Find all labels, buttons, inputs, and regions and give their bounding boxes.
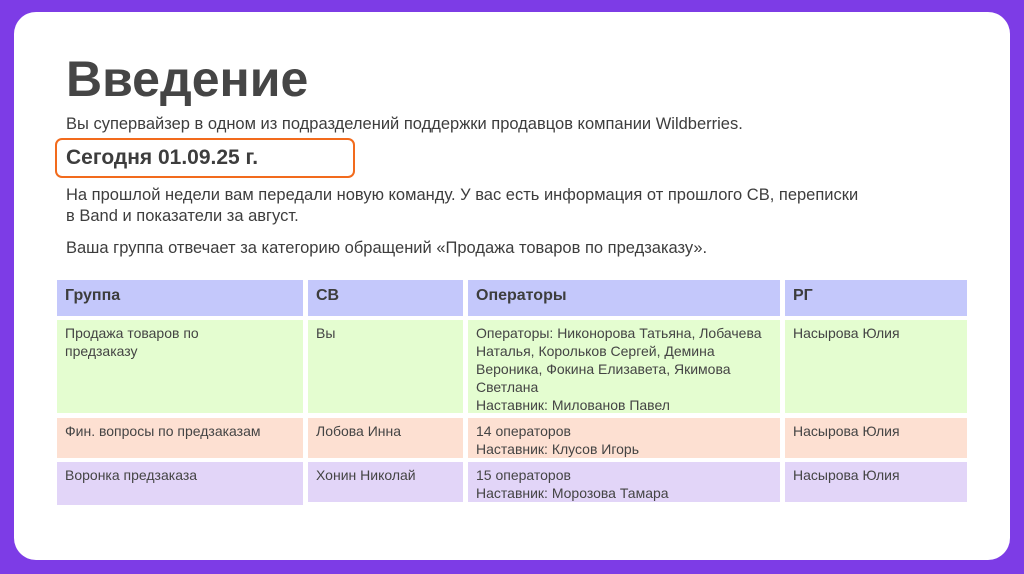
row1-group: Продажа товаров по предзаказу bbox=[57, 320, 303, 413]
row2-rg: Насырова Юлия bbox=[785, 418, 967, 458]
paragraph-team: На прошлой недели вам передали новую ком… bbox=[66, 186, 859, 225]
row1-operators: Операторы: Никонорова Татьяна, Лобачева … bbox=[468, 320, 780, 413]
paragraph-category: Ваша группа отвечает за категорию обраще… bbox=[66, 239, 708, 257]
row1-sv: Вы bbox=[308, 320, 463, 413]
intro-text: Вы супервайзер в одном из подразделений … bbox=[66, 115, 743, 133]
row3-group: Воронка предзаказа bbox=[57, 462, 303, 505]
row3-sv: Хонин Николай bbox=[308, 462, 463, 502]
row2-operators: 14 операторов Наставник: Клусов Игорь bbox=[468, 418, 780, 458]
header-sv: СВ bbox=[308, 280, 463, 316]
row3-operators: 15 операторов Наставник: Морозова Тамара bbox=[468, 462, 780, 502]
header-operators: Операторы bbox=[468, 280, 780, 316]
today-date: Сегодня 01.09.25 г. bbox=[66, 146, 259, 169]
row3-rg: Насырова Юлия bbox=[785, 462, 967, 502]
today-date-box: Сегодня 01.09.25 г. bbox=[55, 138, 355, 178]
row2-group: Фин. вопросы по предзаказам bbox=[57, 418, 303, 458]
header-group: Группа bbox=[57, 280, 303, 316]
header-rg: РГ bbox=[785, 280, 967, 316]
page-title: Введение bbox=[66, 51, 309, 107]
row2-sv: Лобова Инна bbox=[308, 418, 463, 458]
row1-rg: Насырова Юлия bbox=[785, 320, 967, 413]
